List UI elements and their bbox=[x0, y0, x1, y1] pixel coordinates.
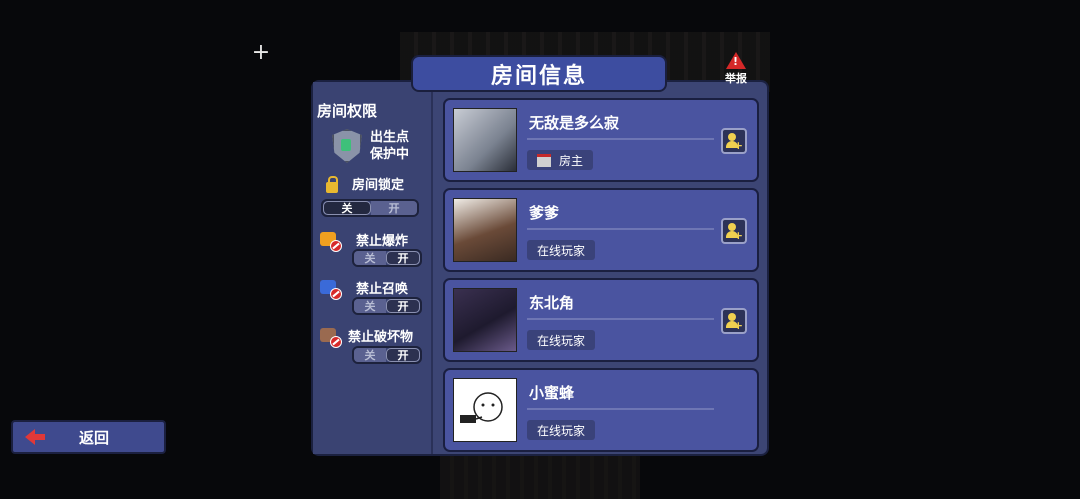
toggle-off[interactable]: 关 bbox=[354, 348, 386, 362]
player-name: 东北角 bbox=[529, 294, 575, 312]
player-role: 在线玩家 bbox=[527, 420, 596, 440]
back-arrow-icon bbox=[25, 429, 45, 445]
add-friend-button[interactable]: + bbox=[721, 218, 747, 244]
player-card[interactable]: 无敌是多么寂 房主 + bbox=[443, 98, 759, 182]
shield-icon bbox=[332, 129, 362, 163]
avatar bbox=[453, 378, 517, 442]
permissions-title: 房间权限 bbox=[317, 102, 378, 120]
player-card[interactable]: 爹爹 在线玩家 + bbox=[443, 188, 759, 272]
avatar bbox=[453, 198, 517, 262]
crosshair-cursor-icon: + bbox=[251, 40, 271, 65]
destroy-ban-icon bbox=[320, 326, 342, 348]
toggle-off[interactable]: 关 bbox=[354, 299, 386, 313]
report-label: 举报 bbox=[725, 72, 747, 85]
avatar bbox=[453, 108, 517, 172]
player-name: 无敌是多么寂 bbox=[529, 114, 620, 132]
divider bbox=[527, 318, 714, 320]
add-friend-button[interactable]: + bbox=[721, 128, 747, 154]
back-label: 返回 bbox=[79, 428, 110, 447]
toggle-on[interactable]: 开 bbox=[386, 299, 420, 313]
spawn-line2: 保护中 bbox=[370, 147, 410, 162]
no-destroy-row: 禁止破坏物 bbox=[320, 326, 413, 348]
toggle-on[interactable]: 开 bbox=[386, 348, 420, 362]
no-explosion-label: 禁止爆炸 bbox=[356, 233, 409, 249]
dialog-title: 房间信息 bbox=[411, 55, 667, 92]
role-label: 在线玩家 bbox=[537, 333, 586, 348]
player-name: 爹爹 bbox=[529, 204, 560, 222]
add-friend-button[interactable]: + bbox=[721, 308, 747, 334]
divider bbox=[527, 138, 714, 140]
player-name: 小蜜蜂 bbox=[529, 384, 575, 402]
background-bricks-bottom bbox=[440, 455, 640, 499]
no-destroy-label: 禁止破坏物 bbox=[348, 329, 414, 345]
no-summon-toggle[interactable]: 关 开 bbox=[352, 297, 422, 315]
toggle-on[interactable]: 开 bbox=[386, 251, 420, 265]
divider bbox=[527, 408, 714, 410]
warning-icon bbox=[726, 52, 746, 69]
player-role: 房主 bbox=[527, 150, 594, 170]
player-role: 在线玩家 bbox=[527, 240, 596, 260]
avatar bbox=[453, 288, 517, 352]
player-card[interactable]: 东北角 在线玩家 + bbox=[443, 278, 759, 362]
toggle-off[interactable]: 关 bbox=[323, 201, 371, 215]
spawn-line1: 出生点 bbox=[370, 130, 410, 145]
toggle-off[interactable]: 关 bbox=[354, 251, 386, 265]
toggle-on[interactable]: 开 bbox=[371, 201, 417, 215]
doodle-avatar-icon bbox=[460, 392, 503, 423]
room-lock-row: 房间锁定 bbox=[326, 176, 405, 194]
spawn-protection: 出生点 保护中 bbox=[332, 129, 409, 163]
room-lock-label: 房间锁定 bbox=[352, 178, 405, 193]
divider bbox=[527, 228, 714, 230]
no-summon-label: 禁止召唤 bbox=[356, 281, 409, 297]
room-lock-toggle[interactable]: 关 开 bbox=[321, 199, 419, 217]
role-label: 在线玩家 bbox=[537, 423, 586, 438]
report-button[interactable]: 举报 bbox=[718, 52, 754, 88]
explosion-ban-icon bbox=[320, 230, 342, 252]
back-button[interactable]: 返回 bbox=[11, 420, 166, 454]
player-role: 在线玩家 bbox=[527, 330, 596, 350]
summon-ban-icon bbox=[320, 278, 342, 300]
house-icon bbox=[537, 153, 551, 167]
role-label: 房主 bbox=[559, 153, 584, 168]
no-destroy-toggle[interactable]: 关 开 bbox=[352, 346, 422, 364]
role-label: 在线玩家 bbox=[537, 243, 586, 258]
player-card[interactable]: 小蜜蜂 在线玩家 bbox=[443, 368, 759, 452]
lock-icon bbox=[326, 176, 338, 193]
no-explosion-toggle[interactable]: 关 开 bbox=[352, 249, 422, 267]
